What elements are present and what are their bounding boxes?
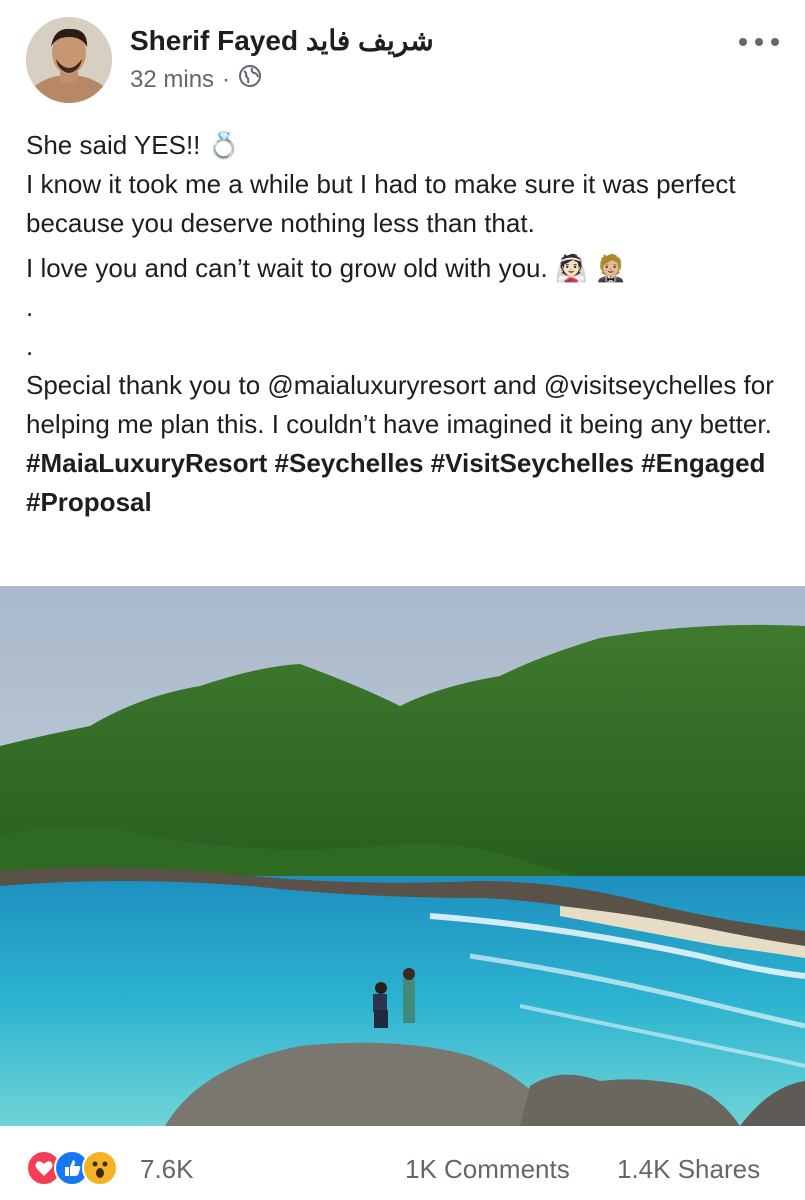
post-line: . [26,292,34,322]
reaction-count[interactable]: 7.6K [140,1154,194,1185]
reactions-bar[interactable] [26,1150,118,1186]
post-line: I know it took me a while but I had to m… [26,169,736,238]
post-footer: 7.6K 1K Comments 1.4K Shares [0,1126,805,1200]
post-header: Sherif Fayed شريف فايد 32 mins · [0,0,805,110]
post-line: I love you and can’t wait to grow old wi… [26,253,627,283]
author-name[interactable]: Sherif Fayed شريف فايد [130,24,434,57]
post-text: She said YES!! 💍 I know it took me a whi… [26,126,786,522]
post-meta: 32 mins · [130,64,262,95]
comments-count[interactable]: 1K Comments [405,1154,570,1185]
more-dot-icon [755,38,763,46]
meta-separator: · [222,65,231,93]
more-dot-icon [739,38,747,46]
post-photo[interactable] [0,586,805,1126]
shares-count[interactable]: 1.4K Shares [617,1154,760,1185]
post-hashtags[interactable]: #MaiaLuxuryResort #Seychelles #VisitSeyc… [26,444,786,522]
post-time[interactable]: 32 mins [130,66,214,94]
post-line: She said YES!! 💍 [26,130,241,160]
avatar[interactable] [26,17,112,103]
post-line: . [26,331,34,361]
more-options-button[interactable] [739,30,779,54]
post-line: Special thank you to @maialuxuryresort a… [26,370,774,439]
globe-icon [238,64,262,95]
wow-icon [82,1150,118,1186]
more-dot-icon [771,38,779,46]
